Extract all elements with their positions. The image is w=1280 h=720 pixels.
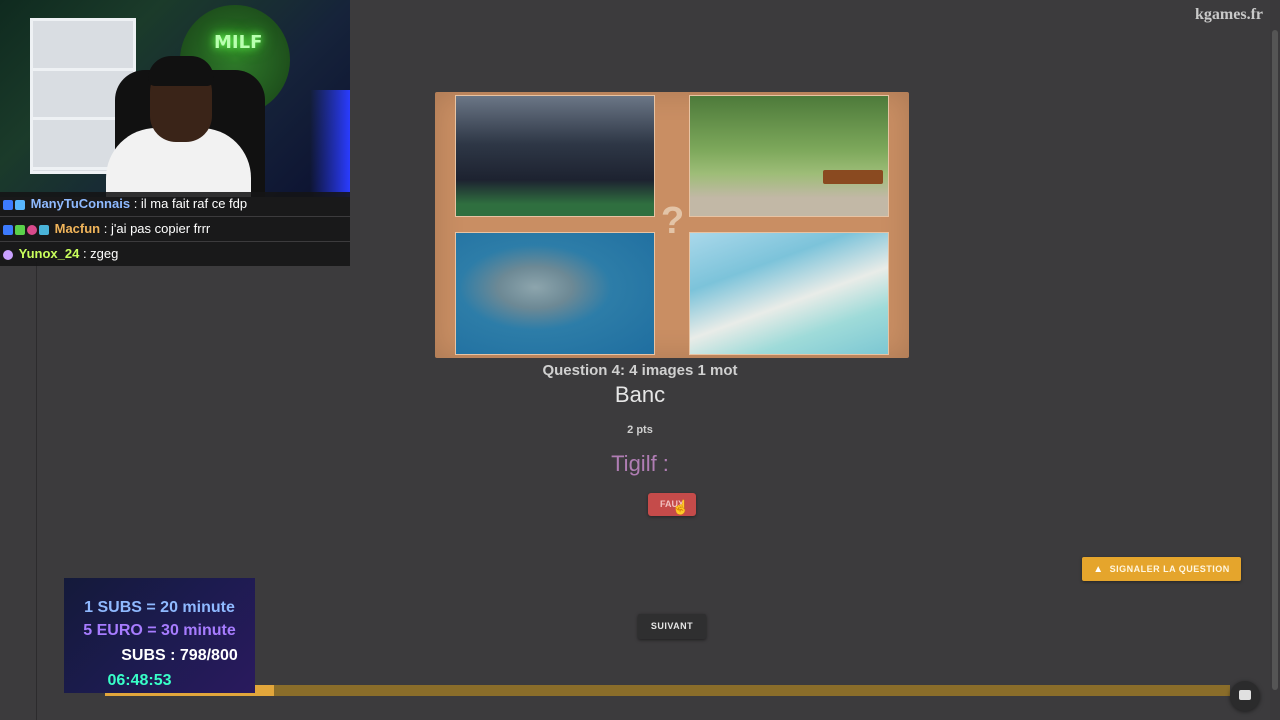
question-mark-icon: ?: [661, 200, 685, 242]
subs-count: SUBS : 798/800: [121, 647, 238, 664]
warning-icon: ▲: [1093, 564, 1104, 575]
euro-rate: 5 EURO = 30 minute: [83, 622, 236, 639]
next-button[interactable]: SUIVANT: [638, 614, 706, 639]
image-stadium-bench: [455, 95, 655, 217]
image-sandbank: [689, 232, 889, 355]
chat-text: : zgeg: [82, 246, 119, 261]
points-label: 2 pts: [627, 424, 653, 436]
badge-icon: [15, 199, 25, 210]
image-fish-school: [455, 232, 655, 355]
player-answer: Tigilf :: [611, 451, 669, 476]
streamer-hair: [148, 56, 214, 86]
left-divider: [36, 262, 37, 720]
chat-username: Yunox_24: [18, 246, 80, 261]
chat-username: ManyTuConnais: [30, 196, 131, 211]
progress-bar: [105, 685, 1230, 696]
chat-message: Yunox_24 : zgeg: [0, 242, 350, 266]
badge-icon: [3, 224, 13, 235]
subathon-timer: 06:48:53: [107, 672, 172, 689]
site-logo[interactable]: kgames.fr: [1195, 6, 1263, 24]
cursor-icon: ☝: [672, 499, 690, 515]
chat-message: ManyTuConnais : il ma fait raf ce fdp: [0, 192, 350, 216]
badge-icon: [27, 224, 37, 235]
chat-message: Macfun : j'ai pas copier frrr: [0, 217, 350, 241]
question-title: Question 4: 4 images 1 mot: [542, 362, 738, 379]
scrollbar-thumb[interactable]: [1272, 30, 1278, 690]
image-park-bench: [689, 95, 889, 217]
chat-text: : il ma fait raf ce fdp: [133, 196, 248, 211]
badge-icon: [3, 249, 13, 260]
chat-username: Macfun: [54, 221, 101, 236]
bench-shape: [823, 170, 883, 184]
report-question-button[interactable]: ▲ SIGNALER LA QUESTION: [1082, 557, 1241, 581]
neon-sign: MILF: [214, 32, 263, 53]
webcam-overlay: MILF: [0, 0, 350, 197]
chat-overlay: ManyTuConnais : il ma fait raf ce fdp Ma…: [0, 192, 350, 267]
four-images-panel: ?: [435, 92, 909, 358]
chat-button[interactable]: [1230, 681, 1260, 711]
scrollbar[interactable]: [1270, 0, 1280, 720]
chat-icon: [1239, 690, 1251, 700]
blue-light: [310, 90, 350, 197]
badge-icon: [15, 224, 25, 235]
report-label: SIGNALER LA QUESTION: [1109, 564, 1230, 574]
badge-icon: [3, 199, 13, 210]
badge-icon: [39, 224, 49, 235]
subathon-overlay: 1 SUBS = 20 minute 5 EURO = 30 minute SU…: [64, 578, 255, 693]
subs-rate: 1 SUBS = 20 minute: [84, 599, 235, 616]
chat-text: : j'ai pas copier frrr: [103, 221, 211, 236]
correct-answer: Banc: [614, 382, 666, 407]
